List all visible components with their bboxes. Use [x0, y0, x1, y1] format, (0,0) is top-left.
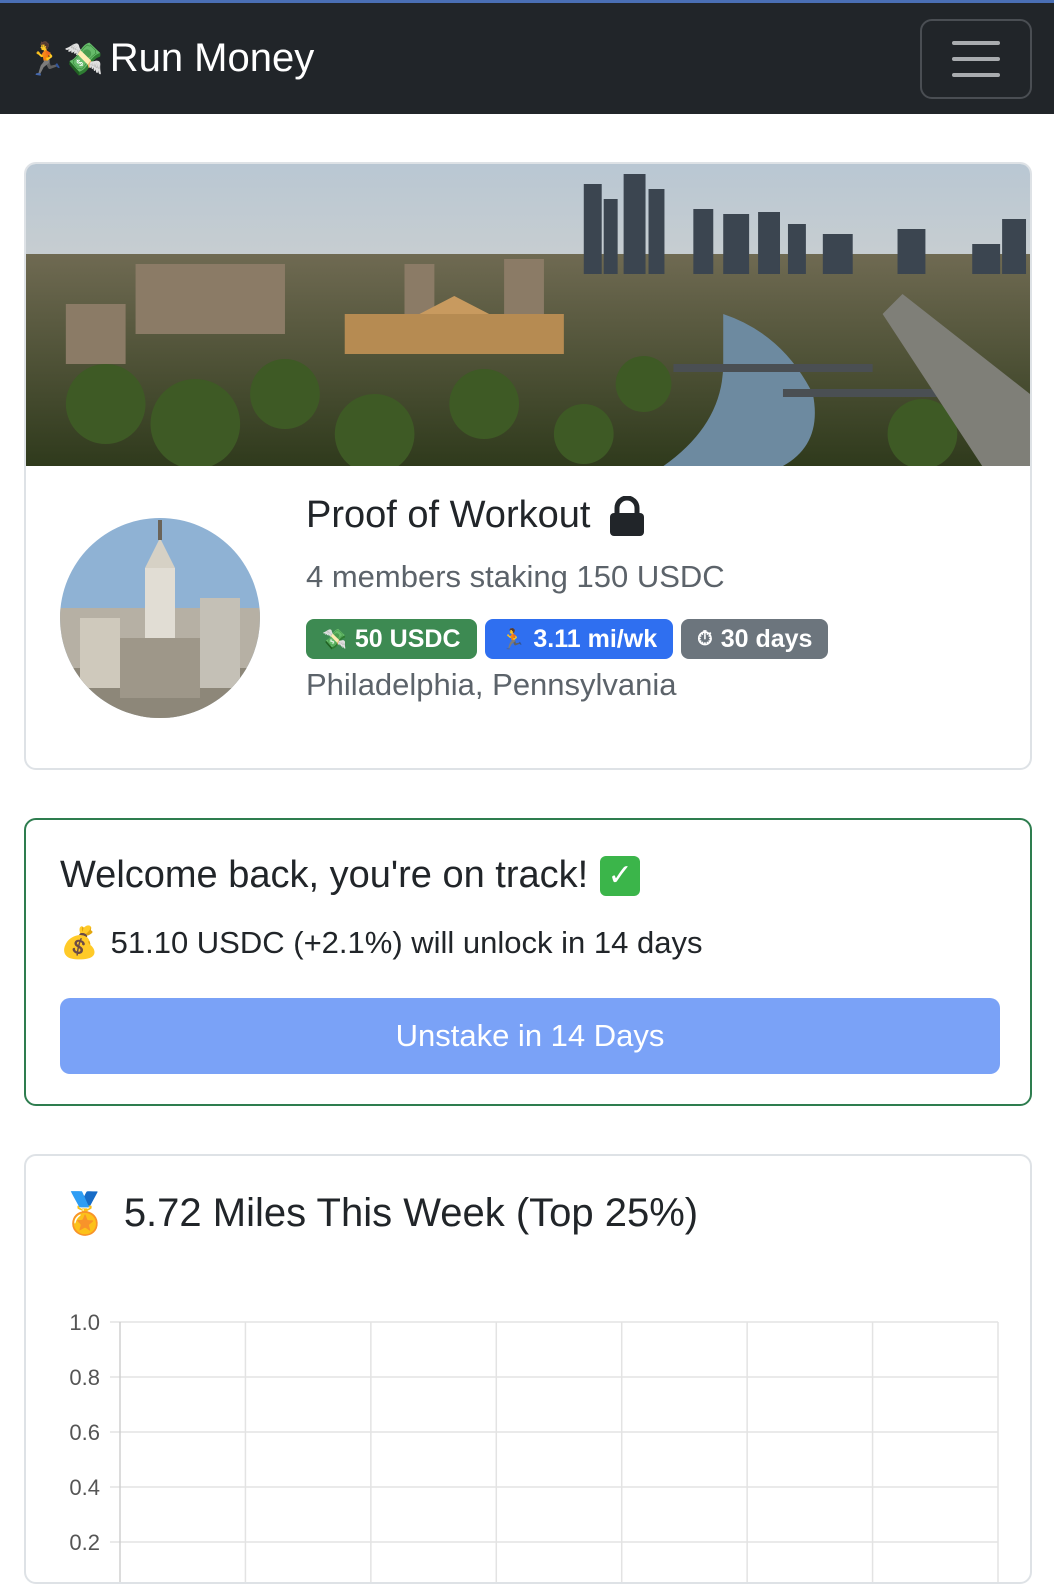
y-tick-label: 1.0: [69, 1310, 100, 1335]
group-card: Proof of Workout 4 members staking 150 U…: [24, 162, 1032, 770]
brand-title: Run Money: [109, 36, 315, 80]
stake-badge: 💸 50 USDC: [306, 619, 477, 659]
lock-icon: [610, 495, 645, 536]
y-tick-label: 0.8: [69, 1365, 100, 1390]
navbar: 🏃💸 Run Money: [0, 0, 1054, 114]
y-tick-label: 0.2: [69, 1530, 100, 1555]
hamburger-line: [952, 72, 1000, 77]
status-card: Welcome back, you're on track! ✓ 💰 51.10…: [24, 818, 1032, 1106]
money-bag-icon: 💰: [60, 925, 99, 960]
menu-toggle-button[interactable]: [920, 18, 1032, 99]
hamburger-line: [952, 56, 1000, 61]
check-mark-icon: ✓: [600, 855, 641, 896]
unlock-text: 51.10 USDC (+2.1%) will unlock in 14 day…: [110, 924, 703, 960]
distance-badge-label: 3.11 mi/wk: [533, 624, 658, 653]
y-tick-label: 0.6: [69, 1420, 100, 1445]
city-hall-image: [60, 518, 260, 718]
city-banner-image: [26, 164, 1030, 466]
group-info: Proof of Workout 4 members staking 150 U…: [306, 494, 829, 703]
welcome-heading: Welcome back, you're on track!: [60, 854, 589, 896]
hamburger-icon: [952, 40, 1000, 45]
y-tick-label: 0.4: [69, 1475, 100, 1500]
stopwatch-icon: ⏱: [697, 627, 713, 650]
group-location: Philadelphia, Pennsylvania: [306, 667, 677, 702]
members-staking-text: 4 members staking 150 USDC: [306, 559, 725, 594]
duration-badge: ⏱ 30 days: [681, 619, 829, 659]
unstake-button[interactable]: Unstake in 14 Days: [60, 998, 1000, 1074]
unlock-info: 💰 51.10 USDC (+2.1%) will unlock in 14 d…: [60, 924, 702, 961]
weekly-miles-chart: 1.0 0.8 0.6 0.4 0.2: [69, 1310, 999, 1582]
brand-link[interactable]: 🏃💸 Run Money: [26, 36, 314, 81]
runner-money-icon: 🏃💸: [26, 40, 104, 77]
badge-list: 💸 50 USDC 🏃 3.11 mi/wk ⏱ 30 days: [306, 619, 829, 659]
stake-badge-label: 50 USDC: [354, 624, 461, 653]
group-avatar: [60, 518, 260, 718]
group-title-row: Proof of Workout: [306, 494, 828, 537]
distance-badge: 🏃 3.11 mi/wk: [484, 619, 674, 659]
duration-badge-label: 30 days: [720, 624, 813, 653]
welcome-heading-row: Welcome back, you're on track! ✓: [60, 854, 641, 897]
money-icon: 💸: [322, 628, 347, 651]
group-title: Proof of Workout: [306, 494, 591, 536]
runner-icon: 🏃: [500, 628, 526, 651]
weekly-stats-card: 🏅 5.72 Miles This Week (Top 25%) 1.0 0.8 0…: [24, 1154, 1032, 1584]
